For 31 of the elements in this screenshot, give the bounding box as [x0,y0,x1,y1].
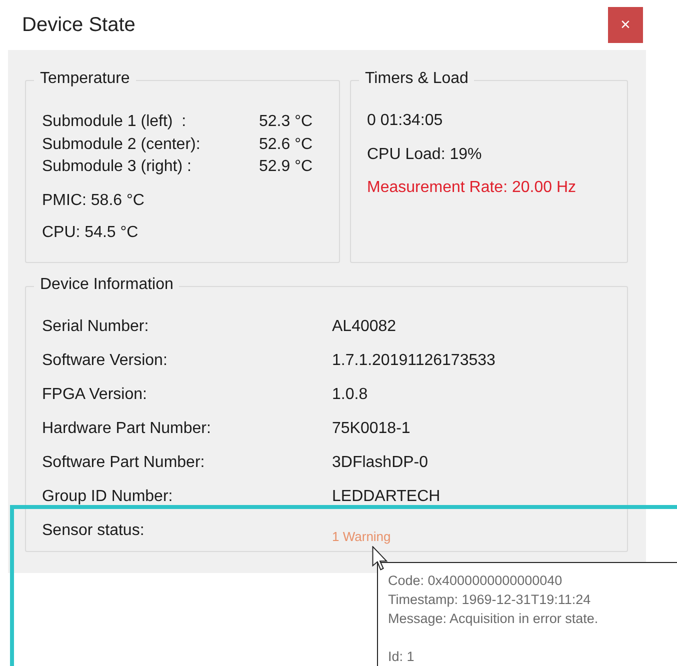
group-title: Temperature [34,70,136,88]
field-label: Hardware Part Number: [42,419,212,438]
field-label: Software Version: [42,351,168,370]
field-value: 1.0.8 [332,385,369,404]
field-value: 1.7.1.20191126173533 [332,351,496,370]
pmic-temperature: PMIC: 58.6 °C [42,192,144,208]
submodule-label: Submodule 1 (left) : [42,112,188,132]
field-value: LEDDARTECH [332,487,442,506]
status-text: CPU Load: 19% [367,146,482,162]
cpu-temperature: CPU: 54.5 °C [42,224,138,240]
alert-text: Measurement Rate: 20.00 Hz [367,179,576,196]
field-value: 75K0018-1 [332,419,412,438]
window-title: Device State [22,14,136,36]
tooltip-text: Id: 1 [388,649,414,664]
field-label: FPGA Version: [42,385,148,404]
tooltip-text: Message: Acquisition in error state. [388,611,598,626]
field-label: Serial Number: [42,317,150,336]
close-button[interactable]: × [608,7,643,43]
temperature-value: 52.3 °C [259,112,314,132]
tooltip-text: Timestamp: 1969-12-31T19:11:24 [388,592,591,607]
temperature-value: 52.9 °C [259,157,314,177]
field-value: AL40082 [332,317,398,336]
status-text: 0 01:34:05 [367,112,443,129]
field-label: Group ID Number: [42,487,174,506]
field-label: Sensor status: [42,521,146,541]
field-label: Software Part Number: [42,453,206,472]
field-value: 3DFlashDP-0 [332,453,430,472]
tooltip-text: Code: 0x4000000000000040 [388,573,562,588]
submodule-label: Submodule 2 (center): [42,134,202,154]
temperature-value: 52.6 °C [259,134,314,154]
submodule-label: Submodule 3 (right) : [42,157,192,177]
